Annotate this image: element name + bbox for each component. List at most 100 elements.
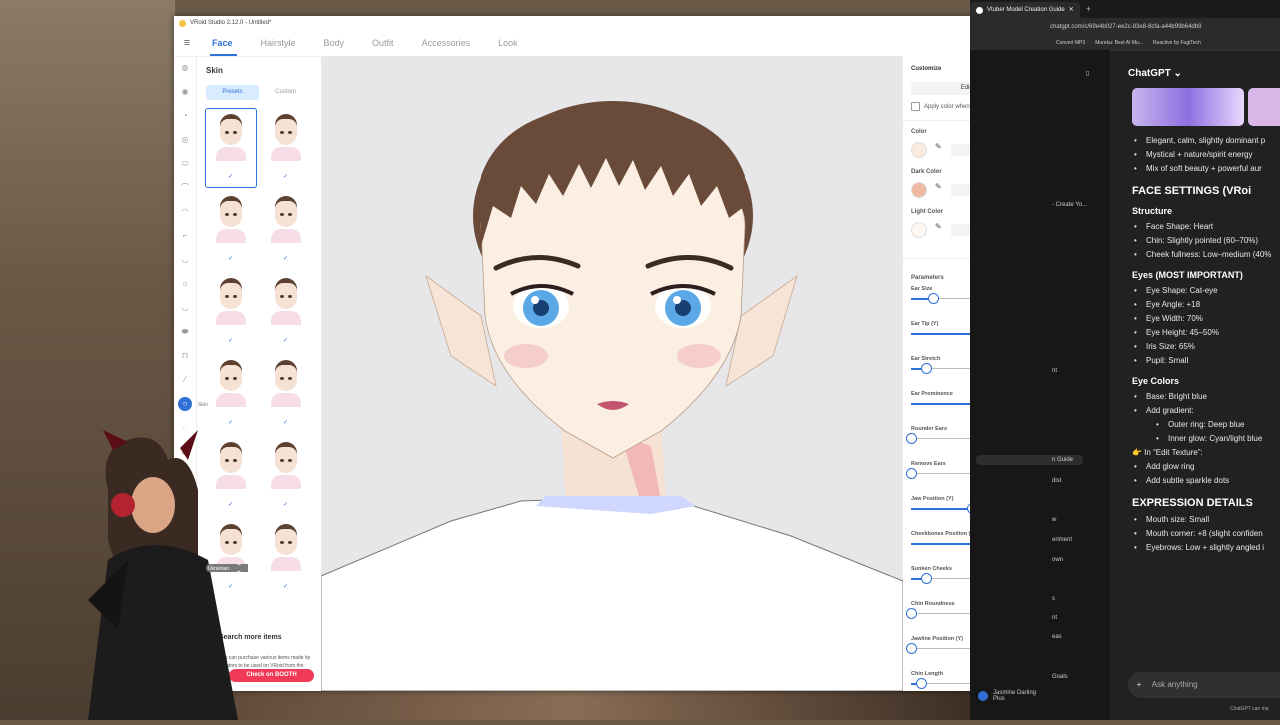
color-swatch[interactable]	[911, 142, 927, 158]
slider-handle[interactable]	[921, 363, 933, 374]
ear-icon[interactable]: ◠	[174, 200, 196, 224]
skin-preset-thumbnail[interactable]: ✓	[261, 437, 311, 515]
tab-look[interactable]: Look	[486, 30, 534, 56]
message-heading: Eyes (MOST IMPORTANT)	[1132, 270, 1243, 280]
parameter-label: Chin Roundness	[911, 601, 955, 607]
tab-body[interactable]: Body	[312, 30, 361, 56]
slider-handle[interactable]	[906, 433, 917, 444]
eyebrow-icon[interactable]: ◔	[174, 104, 196, 128]
brush-icon[interactable]: ⁄	[174, 368, 196, 392]
bookmark-item[interactable]: Mureka: Best AI Mu...	[1095, 40, 1143, 46]
check-icon: ✓	[283, 338, 289, 344]
shirt	[321, 495, 903, 691]
parameter-label: Jawline Position (Y)	[911, 636, 963, 642]
chat-history-item[interactable]: - Create Yo...	[1052, 202, 1087, 208]
chat-input[interactable]: + Ask anything	[1128, 672, 1280, 698]
chat-history-item[interactable]: nt	[1052, 368, 1057, 374]
avatar-render	[321, 101, 903, 691]
attach-plus-icon[interactable]: +	[1128, 672, 1150, 698]
message-line: Add glow ring	[1132, 460, 1280, 474]
nose-icon[interactable]: ⌐	[174, 224, 196, 248]
makeup-icon[interactable]: ⬬	[174, 320, 196, 344]
user-plan: Plus	[993, 696, 1005, 702]
vtuber-image-thumbnail[interactable]	[1248, 88, 1280, 126]
slider-handle[interactable]	[906, 468, 917, 479]
slider-handle[interactable]	[927, 293, 939, 304]
disclaimer: ChatGPT can ma	[1230, 706, 1269, 712]
slider-handle[interactable]	[921, 573, 933, 584]
tab-hairstyle[interactable]: Hairstyle	[249, 30, 312, 56]
eyedropper-icon[interactable]: ✎	[935, 142, 942, 151]
message-heading: FACE SETTINGS (VRoi	[1132, 185, 1252, 197]
skin-preset-thumbnail[interactable]: ✓	[261, 519, 311, 597]
chat-history-item[interactable]: Goals	[1052, 674, 1068, 680]
eyedropper-icon[interactable]: ✎	[935, 222, 942, 231]
bookmark-item[interactable]: Convert MP3	[1056, 40, 1085, 46]
bookmark-item[interactable]: Reactive by FugiTech	[1153, 40, 1201, 46]
left-eye-highlight	[531, 296, 539, 304]
message-heading: Eye Colors	[1132, 376, 1180, 386]
bookmarks-bar: Convert MP3 Mureka: Best AI Mu... Reacti…	[970, 36, 1280, 51]
eye-set-icon[interactable]: ◉	[174, 80, 196, 104]
chat-history-item-active[interactable]: n Guide	[976, 455, 1084, 465]
tab-face[interactable]: Face	[200, 30, 249, 56]
dark-color-swatch[interactable]	[911, 182, 927, 198]
chat-history-item[interactable]: own	[1052, 557, 1063, 563]
eyedropper-icon[interactable]: ✎	[935, 182, 942, 191]
skin-preset-thumbnail[interactable]: ✓	[261, 355, 311, 433]
face-shape-icon[interactable]: ◡	[174, 296, 196, 320]
skin-preset-thumbnail[interactable]: ✓	[206, 355, 256, 433]
message-line: Add gradient:	[1132, 404, 1280, 418]
chatgpt-favicon	[976, 6, 983, 14]
skin-icon[interactable]: ○	[174, 392, 196, 416]
slider-handle[interactable]	[906, 643, 917, 654]
model-viewport[interactable]	[321, 56, 903, 691]
chat-history-item[interactable]: eas	[1052, 634, 1062, 640]
mouth-icon[interactable]: ◡	[174, 248, 196, 272]
user-profile[interactable]: Jasmine Darling Plus	[978, 690, 1036, 702]
teeth-icon[interactable]: ⌂	[174, 272, 196, 296]
browser-tabstrip: Vtuber Model Creation Guide ✕ +	[970, 0, 1280, 18]
parameter-label: Ear Size	[911, 286, 933, 292]
chat-history-item[interactable]: dist	[1052, 478, 1061, 484]
parameter-label: Jaw Position (Y)	[911, 496, 954, 502]
customize-title: Customize	[911, 66, 942, 72]
light-color-swatch[interactable]	[911, 222, 927, 238]
skin-preset-thumbnail[interactable]: ✓	[206, 273, 256, 351]
face-set-icon[interactable]: ◍	[174, 56, 196, 80]
slider-handle[interactable]	[916, 678, 928, 689]
skin-preset-thumbnail[interactable]: ✓	[261, 191, 311, 269]
decal-icon[interactable]: ⊓	[174, 344, 196, 368]
eyelash-icon[interactable]: ⌒	[174, 176, 196, 200]
skin-preset-thumbnail[interactable]: ✓	[206, 191, 256, 269]
skin-preset-thumbnail[interactable]: ✓	[261, 109, 311, 187]
close-tab-icon[interactable]: ✕	[1069, 2, 1074, 18]
slider-handle[interactable]	[906, 608, 917, 619]
vtuber-image-thumbnail[interactable]	[1132, 88, 1244, 126]
skin-preset-thumbnail[interactable]: ✓	[261, 273, 311, 351]
tab-accessories[interactable]: Accessories	[410, 30, 487, 56]
chat-history-item[interactable]: nt	[1052, 615, 1057, 621]
assistant-message: Elegant, calm, slightly dominant pMystic…	[1132, 134, 1280, 555]
light-color-label: Light Color	[911, 209, 943, 215]
tab-outfit[interactable]: Outfit	[360, 30, 410, 56]
model-selector[interactable]: ChatGPT ⌄	[1128, 68, 1182, 79]
chat-history-item[interactable]: s	[1052, 596, 1055, 602]
parameters-title: Parameters	[911, 275, 944, 281]
new-tab-icon[interactable]: +	[1086, 4, 1091, 14]
chat-input-placeholder: Ask anything	[1151, 680, 1198, 689]
custom-segment[interactable]: Custom	[259, 85, 312, 100]
chat-history-item[interactable]: eriment	[1052, 537, 1072, 543]
address-bar[interactable]: chatgpt.com/c/69e4b027-ee2c-83e8-8cfa-a4…	[970, 18, 1280, 36]
eyeline-icon[interactable]: ◎	[174, 128, 196, 152]
browser-tab[interactable]: Vtuber Model Creation Guide ✕	[970, 2, 1080, 18]
skin-preset-thumbnail[interactable]: ✓	[205, 108, 257, 188]
preset-custom-toggle: Presets Custom	[206, 85, 312, 100]
menu-icon[interactable]: ≡	[174, 37, 200, 49]
iris-icon[interactable]: ⬭	[174, 152, 196, 176]
parameter-label: Rounder Ears	[911, 426, 948, 432]
chat-history-item[interactable]: w	[1052, 517, 1056, 523]
message-line: Pupil: Small	[1132, 354, 1280, 368]
presets-segment[interactable]: Presets	[206, 85, 259, 100]
sidebar-toggle-icon[interactable]: ▯	[1086, 70, 1089, 77]
